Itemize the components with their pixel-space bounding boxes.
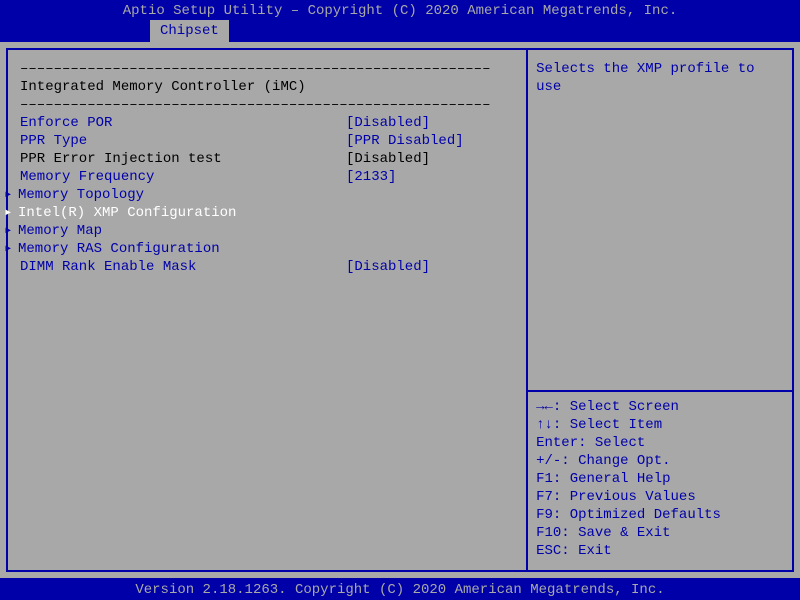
title-bar: Aptio Setup Utility – Copyright (C) 2020…: [0, 0, 800, 20]
setting-value: [Disabled]: [346, 114, 518, 132]
help-key-line: +/-: Change Opt.: [536, 452, 784, 470]
setting-label: PPR Error Injection test: [16, 150, 346, 168]
main-area: ––––––––––––––––––––––––––––––––––––––––…: [0, 42, 800, 578]
divider-bottom: ––––––––––––––––––––––––––––––––––––––––…: [16, 96, 518, 114]
help-key-line: F9: Optimized Defaults: [536, 506, 784, 524]
help-key-line: ↑↓: Select Item: [536, 416, 784, 434]
setting-label: ▸Memory Map: [16, 222, 346, 240]
help-key-line: F7: Previous Values: [536, 488, 784, 506]
submenu-arrow-icon: ▸: [4, 204, 14, 222]
setting-label: ▸Memory RAS Configuration: [16, 240, 346, 258]
footer-bar: Version 2.18.1263. Copyright (C) 2020 Am…: [0, 578, 800, 600]
setting-row-5[interactable]: ▸Intel(R) XMP Configuration: [16, 204, 518, 222]
help-key-line: ESC: Exit: [536, 542, 784, 560]
help-text: Selects the XMP profile to use: [536, 60, 784, 96]
help-key-line: F1: General Help: [536, 470, 784, 488]
setting-label: PPR Type: [16, 132, 346, 150]
footer-text: Version 2.18.1263. Copyright (C) 2020 Am…: [135, 582, 664, 598]
setting-value: [346, 186, 518, 204]
help-divider: [528, 390, 792, 392]
setting-value: [346, 240, 518, 258]
setting-row-8[interactable]: DIMM Rank Enable Mask[Disabled]: [16, 258, 518, 276]
tab-row: Chipset: [0, 20, 800, 42]
setting-value: [Disabled]: [346, 258, 518, 276]
title-text: Aptio Setup Utility – Copyright (C) 2020…: [123, 3, 678, 19]
tab-chipset[interactable]: Chipset: [150, 20, 229, 42]
setting-value: [346, 222, 518, 240]
setting-row-7[interactable]: ▸Memory RAS Configuration: [16, 240, 518, 258]
settings-panel: ––––––––––––––––––––––––––––––––––––––––…: [6, 48, 526, 572]
setting-value: [PPR Disabled]: [346, 132, 518, 150]
help-key-line: Enter: Select: [536, 434, 784, 452]
section-header: Integrated Memory Controller (iMC): [16, 78, 518, 96]
divider-top: ––––––––––––––––––––––––––––––––––––––––…: [16, 60, 518, 78]
setting-row-1[interactable]: PPR Type[PPR Disabled]: [16, 132, 518, 150]
setting-value: [2133]: [346, 168, 518, 186]
setting-value: [Disabled]: [346, 150, 518, 168]
help-panel: Selects the XMP profile to use →←: Selec…: [526, 48, 794, 572]
setting-value: [346, 204, 518, 222]
help-keys: →←: Select Screen↑↓: Select ItemEnter: S…: [536, 398, 784, 560]
submenu-arrow-icon: ▸: [4, 240, 14, 258]
settings-list: Enforce POR[Disabled]PPR Type[PPR Disabl…: [16, 114, 518, 276]
setting-row-3[interactable]: Memory Frequency[2133]: [16, 168, 518, 186]
setting-label: ▸Memory Topology: [16, 186, 346, 204]
setting-row-0[interactable]: Enforce POR[Disabled]: [16, 114, 518, 132]
setting-row-4[interactable]: ▸Memory Topology: [16, 186, 518, 204]
setting-label: ▸Intel(R) XMP Configuration: [16, 204, 346, 222]
help-key-line: F10: Save & Exit: [536, 524, 784, 542]
setting-label: Enforce POR: [16, 114, 346, 132]
submenu-arrow-icon: ▸: [4, 222, 14, 240]
setting-row-2[interactable]: PPR Error Injection test[Disabled]: [16, 150, 518, 168]
setting-label: Memory Frequency: [16, 168, 346, 186]
submenu-arrow-icon: ▸: [4, 186, 14, 204]
setting-row-6[interactable]: ▸Memory Map: [16, 222, 518, 240]
bios-screen: Aptio Setup Utility – Copyright (C) 2020…: [0, 0, 800, 600]
setting-label: DIMM Rank Enable Mask: [16, 258, 346, 276]
help-key-line: →←: Select Screen: [536, 398, 784, 416]
